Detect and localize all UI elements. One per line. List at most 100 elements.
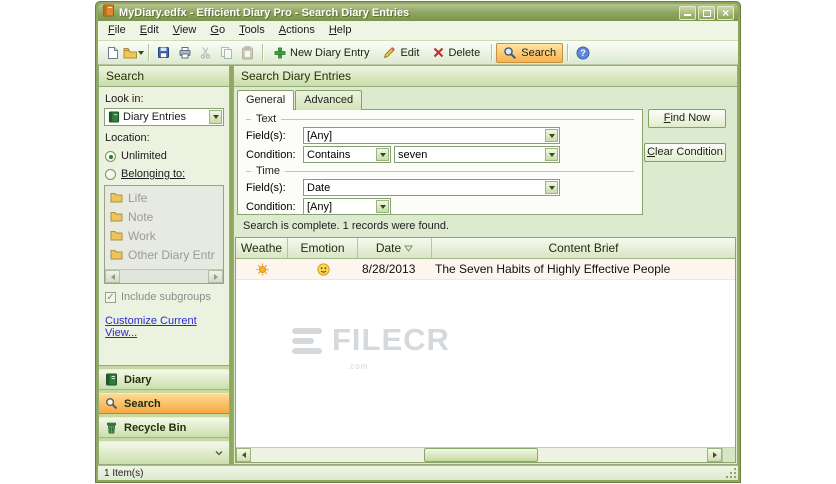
scrollbar-corner [722,448,735,462]
nav-configure-strip[interactable] [99,441,229,464]
close-button[interactable]: × [717,5,734,20]
search-label: Search [521,46,557,59]
save-icon[interactable] [153,43,174,63]
tab-general[interactable]: General [237,90,295,110]
cut-icon[interactable] [195,43,216,63]
time-fields-label: Field(s): [246,181,286,194]
pencil-icon [384,47,396,59]
chevron-down-icon [215,450,223,455]
search-sidebar: Search Look in: Diary Entries Location: … [98,65,230,465]
open-dropdown-arrow [138,50,144,55]
nav-diary-button[interactable]: Diary [99,369,229,390]
search-results-table: Weathe Emotion Date Content Brief 8/28/2… [235,237,736,463]
app-icon [102,4,115,22]
help-icon[interactable]: ? [572,43,593,63]
text-condition-select[interactable]: Contains [303,146,391,163]
new-diary-entry-button[interactable]: New Diary Entry [267,44,376,62]
sun-icon [256,263,268,275]
menu-item-edit[interactable]: Edit [133,21,166,40]
column-header-content-brief[interactable]: Content Brief [432,238,735,258]
table-empty-area [236,280,735,447]
find-now-button[interactable]: Find Now [648,109,726,128]
scrollbar-thumb[interactable] [424,448,539,462]
print-icon[interactable] [174,43,195,63]
weather-cell [236,259,288,279]
radio-button[interactable] [105,168,116,180]
svg-text:?: ? [580,48,586,58]
include-subgroups-row: Include subgroups [105,291,223,303]
paste-icon[interactable] [237,43,258,63]
dropdown-arrow-icon[interactable] [376,148,389,161]
edit-button[interactable]: Edit [376,43,426,62]
diary-icon [106,373,117,386]
dropdown-arrow-icon[interactable] [545,148,558,161]
toolbar: New Diary Entry Edit Delete Search ? [98,41,738,65]
column-header-weather[interactable]: Weathe [236,238,288,258]
menu-item-actions[interactable]: Actions [272,21,322,40]
column-header-date[interactable]: Date [358,238,432,258]
folder-item-life: Life [105,188,223,207]
scroll-right-icon [208,270,223,283]
search-toolbar-button[interactable]: Search [496,42,564,63]
toolbar-separator [567,44,569,61]
date-cell: 8/28/2013 [362,262,416,276]
folder-icon [110,250,123,260]
sidebar-body: Look in: Diary Entries Location: Unlimit… [98,87,230,366]
look-in-select[interactable]: Diary Entries [104,108,224,126]
time-fields-select[interactable]: Date [303,179,560,196]
minimize-icon [684,13,691,16]
sidebar-panel-title: Search [98,65,230,87]
toolbar-separator [491,44,493,61]
delete-button[interactable]: Delete [426,44,487,62]
clear-condition-button[interactable]: Clear Condition [644,143,726,162]
scroll-right-button[interactable] [707,448,722,462]
dropdown-arrow-icon[interactable] [209,110,222,124]
nav-diary-label: Diary [124,373,152,386]
new-diary-entry-label: New Diary Entry [290,46,370,59]
diary-entries-icon [108,111,120,123]
time-condition-label: Condition: [246,200,296,213]
menu-item-file[interactable]: File [101,21,133,40]
dropdown-arrow-icon[interactable] [545,129,558,142]
menu-item-view[interactable]: View [166,21,204,40]
tab-advanced[interactable]: Advanced [295,90,363,110]
toolbar-separator [262,44,263,61]
customize-view-link[interactable]: Customize Current View... [105,315,223,339]
menu-item-go[interactable]: Go [203,21,232,40]
look-in-value: Diary Entries [123,111,186,123]
time-condition-select[interactable]: [Any] [303,198,391,215]
column-header-emotion[interactable]: Emotion [288,238,358,258]
copy-icon[interactable] [216,43,237,63]
sort-descending-icon [404,245,414,252]
menu-item-help[interactable]: Help [322,21,359,40]
scrollbar-track[interactable] [251,448,707,462]
search-icon [504,46,517,59]
maximize-button[interactable] [698,5,715,20]
include-subgroups-label: Include subgroups [121,291,211,303]
folder-icon [110,231,123,241]
search-keyword-value: seven [398,148,428,161]
smiley-icon [316,262,330,276]
dropdown-arrow-icon[interactable] [376,200,389,213]
nav-search-button[interactable]: Search [99,393,229,414]
resize-grip[interactable] [724,466,738,480]
radio-unlimited[interactable]: Unlimited [105,150,223,162]
menu-item-tools[interactable]: Tools [232,21,272,40]
dropdown-arrow-icon[interactable] [545,181,558,194]
text-fields-select[interactable]: [Any] [303,127,560,144]
location-label: Location: [105,132,150,144]
scroll-left-button[interactable] [236,448,251,462]
minimize-button[interactable] [679,5,696,20]
new-note-icon[interactable] [102,43,123,63]
time-group-separator: Time [246,165,634,177]
main-panel: Search Diary Entries General Advanced Te… [233,65,738,465]
radio-button[interactable] [105,150,116,162]
window-title: MyDiary.edfx - Efficient Diary Pro - Sea… [119,6,410,19]
search-keyword-input[interactable]: seven [394,146,560,163]
nav-recycle-bin-button[interactable]: Recycle Bin [99,417,229,438]
table-row[interactable]: 8/28/2013 The Seven Habits of Highly Eff… [236,259,735,280]
close-icon: × [721,5,729,20]
radio-belonging-to[interactable]: Belonging to: [105,168,223,180]
search-condition-panel: Text Field(s): [Any] Condition: Contains [237,109,643,215]
open-icon[interactable] [123,43,144,63]
